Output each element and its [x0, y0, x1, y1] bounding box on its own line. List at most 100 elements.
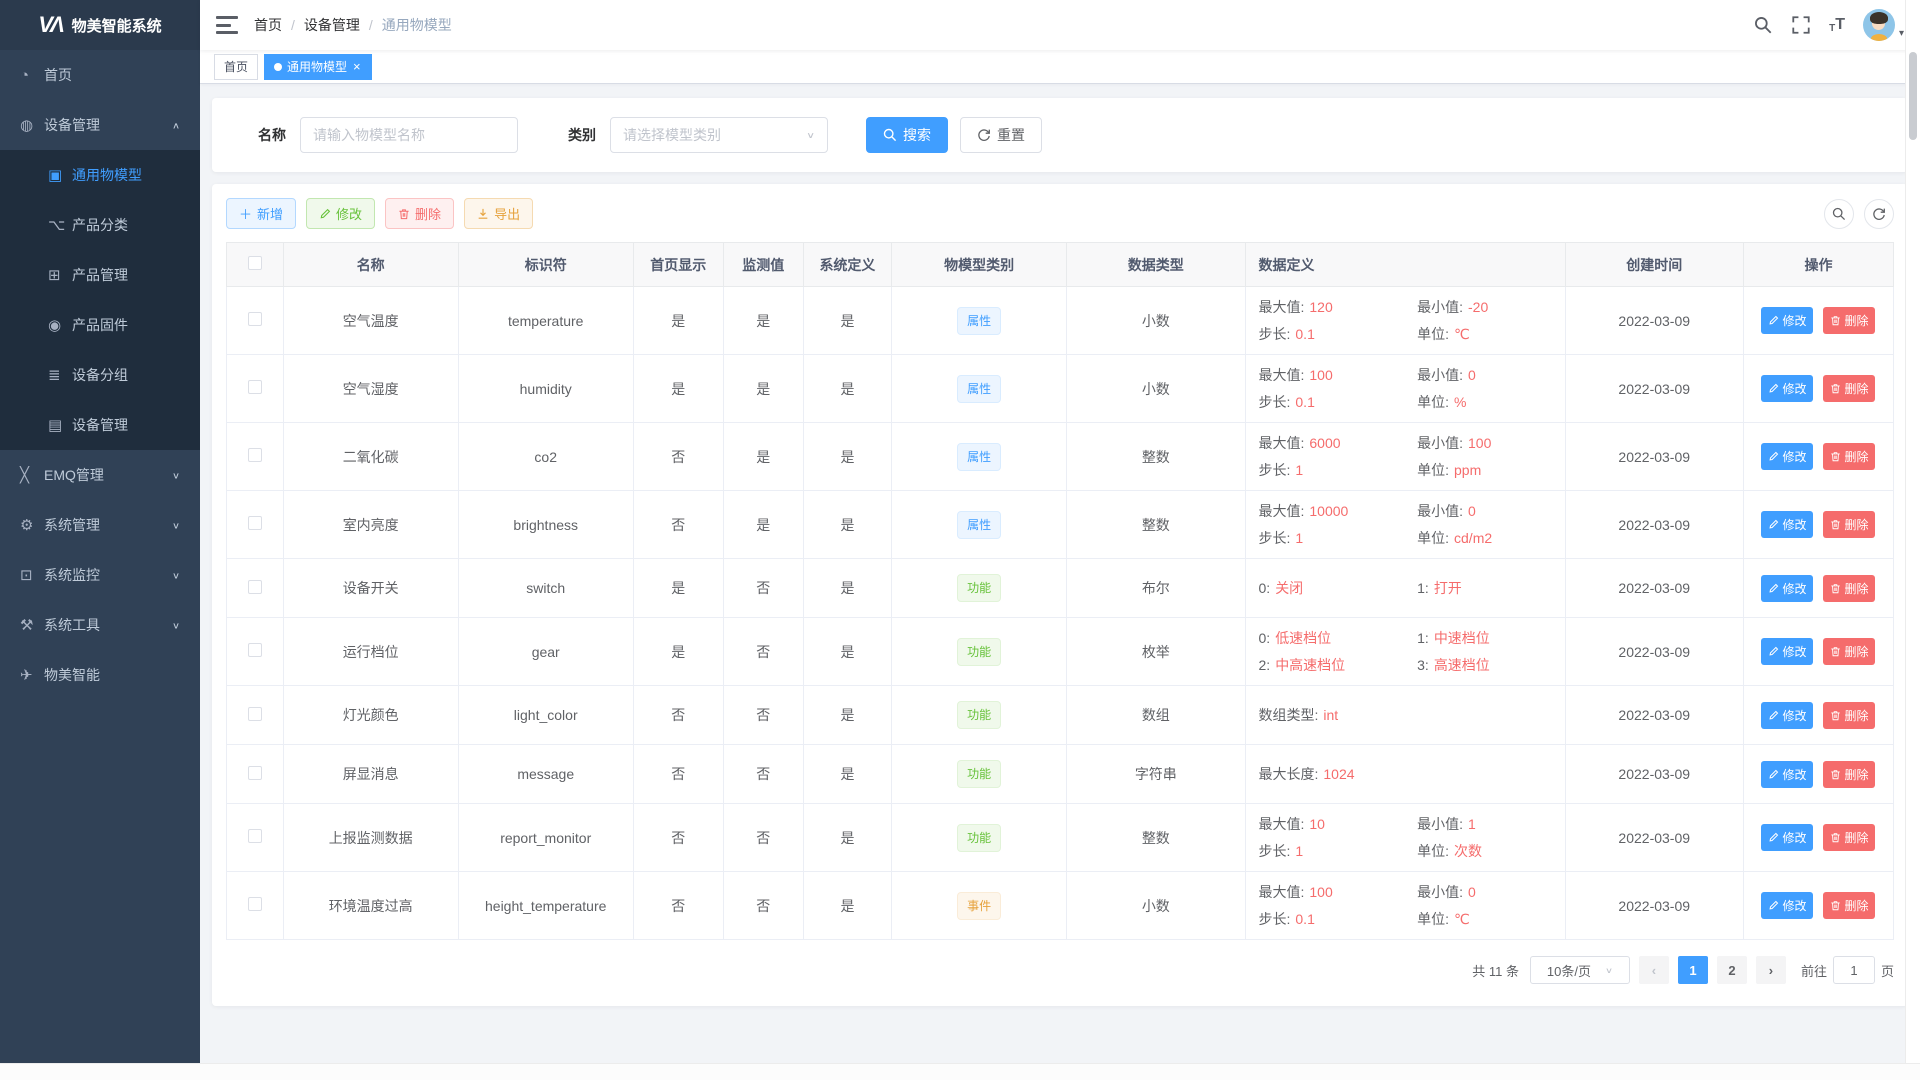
data-def-item: 最大长度:1024 [1259, 764, 1418, 784]
sidebar-item-product-category[interactable]: ⌥ 产品分类 [0, 200, 200, 250]
row-edit-button[interactable]: 修改 [1761, 702, 1813, 729]
search-button[interactable]: 搜索 [866, 117, 948, 153]
export-button[interactable]: 导出 [464, 198, 533, 229]
tag-tab[interactable]: 通用物模型 × [264, 54, 372, 80]
row-delete-button[interactable]: 删除 [1823, 511, 1875, 538]
row-edit-button[interactable]: 修改 [1761, 307, 1813, 334]
cell-created-time: 2022-03-09 [1565, 491, 1743, 559]
trash-icon [1830, 646, 1841, 657]
page-number-button[interactable]: 1 [1678, 956, 1708, 984]
pen-icon [1768, 315, 1779, 326]
sidebar-item-system-tools[interactable]: ⚒ 系统工具∨ [0, 600, 200, 650]
cell-data-type: 小数 [1067, 355, 1245, 423]
cell-data-definition: 0:关闭1:打开 [1245, 559, 1565, 618]
sidebar-item-device-management[interactable]: ◍ 设备管理∧ [0, 100, 200, 150]
edit-button[interactable]: 修改 [306, 198, 375, 229]
row-delete-button[interactable]: 删除 [1823, 892, 1875, 919]
goto-page-input[interactable] [1833, 956, 1875, 984]
cell-category: 功能 [892, 618, 1067, 686]
cell-monitor-value: 是 [723, 355, 803, 423]
user-menu[interactable]: ▾ [1863, 9, 1904, 41]
row-checkbox[interactable] [248, 897, 262, 911]
avatar[interactable] [1863, 9, 1895, 41]
sidebar-item-wumei[interactable]: ✈ 物美智能 [0, 650, 200, 700]
row-edit-button[interactable]: 修改 [1761, 824, 1813, 851]
scrollbar-thumb[interactable] [1909, 52, 1917, 140]
row-edit-button[interactable]: 修改 [1761, 511, 1813, 538]
sidebar-item-emq[interactable]: ╳ EMQ管理∨ [0, 450, 200, 500]
thing-model-icon: ▣ [48, 166, 72, 184]
filter-category-group: 类别 请选择模型类别 ∨ [568, 117, 828, 153]
row-edit-button[interactable]: 修改 [1761, 443, 1813, 470]
cell-data-definition: 最大值:100最小值:0步长:0.1单位:℃ [1245, 872, 1565, 940]
row-delete-button[interactable]: 删除 [1823, 702, 1875, 729]
add-button[interactable]: ＋新增 [226, 198, 296, 229]
delete-button[interactable]: 删除 [385, 198, 454, 229]
row-checkbox[interactable] [248, 766, 262, 780]
sidebar-item-product-management[interactable]: ⊞ 产品管理 [0, 250, 200, 300]
page-number-button[interactable]: 2 [1717, 956, 1747, 984]
sidebar-item-thing-model[interactable]: ▣ 通用物模型 [0, 150, 200, 200]
row-delete-button[interactable]: 删除 [1823, 824, 1875, 851]
goto-label: 前往 [1801, 961, 1827, 980]
row-edit-button[interactable]: 修改 [1761, 375, 1813, 402]
row-checkbox[interactable] [248, 448, 262, 462]
sidebar-item-device-list[interactable]: ▤ 设备管理 [0, 400, 200, 450]
row-delete-button[interactable]: 删除 [1823, 761, 1875, 788]
next-page-button[interactable]: › [1756, 956, 1786, 984]
cell-system-defined: 是 [803, 618, 891, 686]
cell-data-type: 枚举 [1067, 618, 1245, 686]
close-icon[interactable]: × [352, 60, 362, 73]
column-header: 监测值 [723, 243, 803, 287]
name-filter-input[interactable] [300, 117, 518, 153]
row-checkbox[interactable] [248, 380, 262, 394]
system-monitor-icon: ⊡ [20, 566, 44, 584]
cell-home-display: 否 [633, 423, 723, 491]
row-checkbox[interactable] [248, 707, 262, 721]
sidebar-item-dashboard[interactable]: ◔ 首页 [0, 50, 200, 100]
select-all-header [227, 243, 284, 287]
row-delete-button[interactable]: 删除 [1823, 575, 1875, 602]
data-def-item: 最小值:100 [1417, 433, 1551, 453]
logo-icon: VΛ [38, 12, 61, 38]
sidebar-item-device-group[interactable]: ≣ 设备分组 [0, 350, 200, 400]
cell-data-type: 字符串 [1067, 745, 1245, 804]
cell-home-display: 是 [633, 618, 723, 686]
refresh-button[interactable] [1864, 199, 1894, 229]
sidebar-item-system-management[interactable]: ⚙ 系统管理∨ [0, 500, 200, 550]
select-all-checkbox[interactable] [248, 256, 262, 270]
row-checkbox[interactable] [248, 312, 262, 326]
row-edit-button[interactable]: 修改 [1761, 892, 1813, 919]
cell-actions: 修改删除 [1743, 872, 1893, 940]
category-filter-select[interactable]: 请选择模型类别 ∨ [610, 117, 828, 153]
row-delete-button[interactable]: 删除 [1823, 307, 1875, 334]
page-size-select[interactable]: 10条/页 ∨ [1530, 956, 1630, 984]
reset-button[interactable]: 重置 [960, 117, 1042, 153]
row-edit-button[interactable]: 修改 [1761, 575, 1813, 602]
row-checkbox[interactable] [248, 516, 262, 530]
toggle-search-button[interactable] [1824, 199, 1854, 229]
prev-page-button[interactable]: ‹ [1639, 956, 1669, 984]
cell-name: 设备开关 [283, 559, 458, 618]
row-edit-button[interactable]: 修改 [1761, 638, 1813, 665]
fullscreen-icon[interactable] [1791, 15, 1811, 35]
row-checkbox[interactable] [248, 580, 262, 594]
row-edit-button[interactable]: 修改 [1761, 761, 1813, 788]
row-checkbox[interactable] [248, 829, 262, 843]
row-delete-button[interactable]: 删除 [1823, 443, 1875, 470]
table-row: 空气湿度 humidity 是 是 是 属性 小数 最大值:100最小值:0步长… [227, 355, 1894, 423]
row-checkbox[interactable] [248, 643, 262, 657]
breadcrumb-item[interactable]: 首页 [254, 15, 282, 35]
row-delete-button[interactable]: 删除 [1823, 638, 1875, 665]
hamburger-icon[interactable] [216, 16, 238, 34]
tag-tab[interactable]: 首页 [214, 54, 258, 80]
row-delete-button[interactable]: 删除 [1823, 375, 1875, 402]
font-size-icon[interactable]: TT [1829, 16, 1845, 34]
breadcrumb-item[interactable]: 设备管理 [304, 15, 360, 35]
vertical-scrollbar[interactable] [1905, 0, 1920, 1063]
search-icon[interactable] [1753, 15, 1773, 35]
sidebar-item-system-monitor[interactable]: ⊡ 系统监控∨ [0, 550, 200, 600]
sidebar-item-product-firmware[interactable]: ◉ 产品固件 [0, 300, 200, 350]
horizontal-scrollbar[interactable] [0, 1063, 1920, 1080]
trash-icon [1830, 583, 1841, 594]
